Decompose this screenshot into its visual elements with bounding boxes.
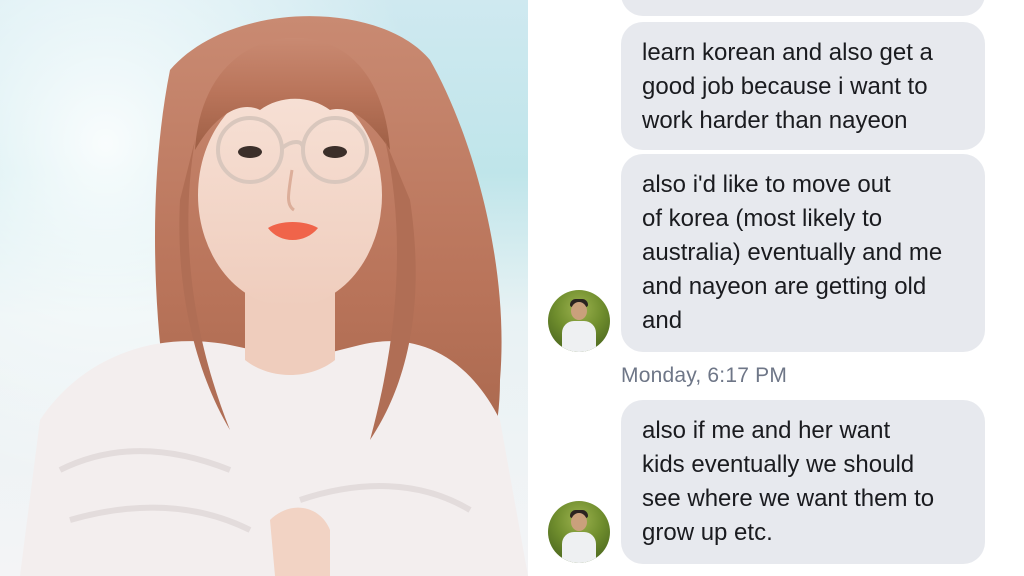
user-avatar-icon[interactable] bbox=[548, 501, 610, 563]
message-line: of korea (most likely to bbox=[642, 205, 883, 232]
message-timestamp: Monday, 6:17 PM bbox=[621, 364, 788, 387]
message-line: learn korean and also get a bbox=[642, 39, 933, 66]
message-bubble[interactable]: also i'd like to move out of korea (most… bbox=[621, 154, 985, 352]
message-line: work harder than nayeon bbox=[642, 107, 908, 134]
message-line: see where we want them to bbox=[642, 485, 935, 512]
message-line: grow up etc. bbox=[642, 519, 773, 546]
portrait-illustration bbox=[0, 0, 528, 576]
message-line: kids eventually we should bbox=[642, 451, 915, 478]
message-bubble[interactable]: learn korean and also get a good job bec… bbox=[621, 22, 985, 150]
message-line: and bbox=[642, 307, 683, 334]
user-avatar-icon[interactable] bbox=[548, 290, 610, 352]
avatar-body bbox=[562, 532, 596, 563]
avatar-body bbox=[562, 321, 596, 352]
message-line: also i'd like to move out bbox=[642, 171, 891, 198]
portrait-photo bbox=[0, 0, 528, 576]
chat-panel: learn korean and also get a good job bec… bbox=[528, 0, 1024, 576]
message-bubble[interactable] bbox=[621, 0, 985, 16]
message-line: also if me and her want bbox=[642, 417, 891, 444]
avatar-head bbox=[571, 302, 587, 320]
message-line: good job because i want to bbox=[642, 73, 928, 100]
message-bubble[interactable]: also if me and her want kids eventually … bbox=[621, 400, 985, 564]
message-line: australia) eventually and me bbox=[642, 239, 943, 266]
message-line: and nayeon are getting old bbox=[642, 273, 927, 300]
avatar-head bbox=[571, 513, 587, 531]
